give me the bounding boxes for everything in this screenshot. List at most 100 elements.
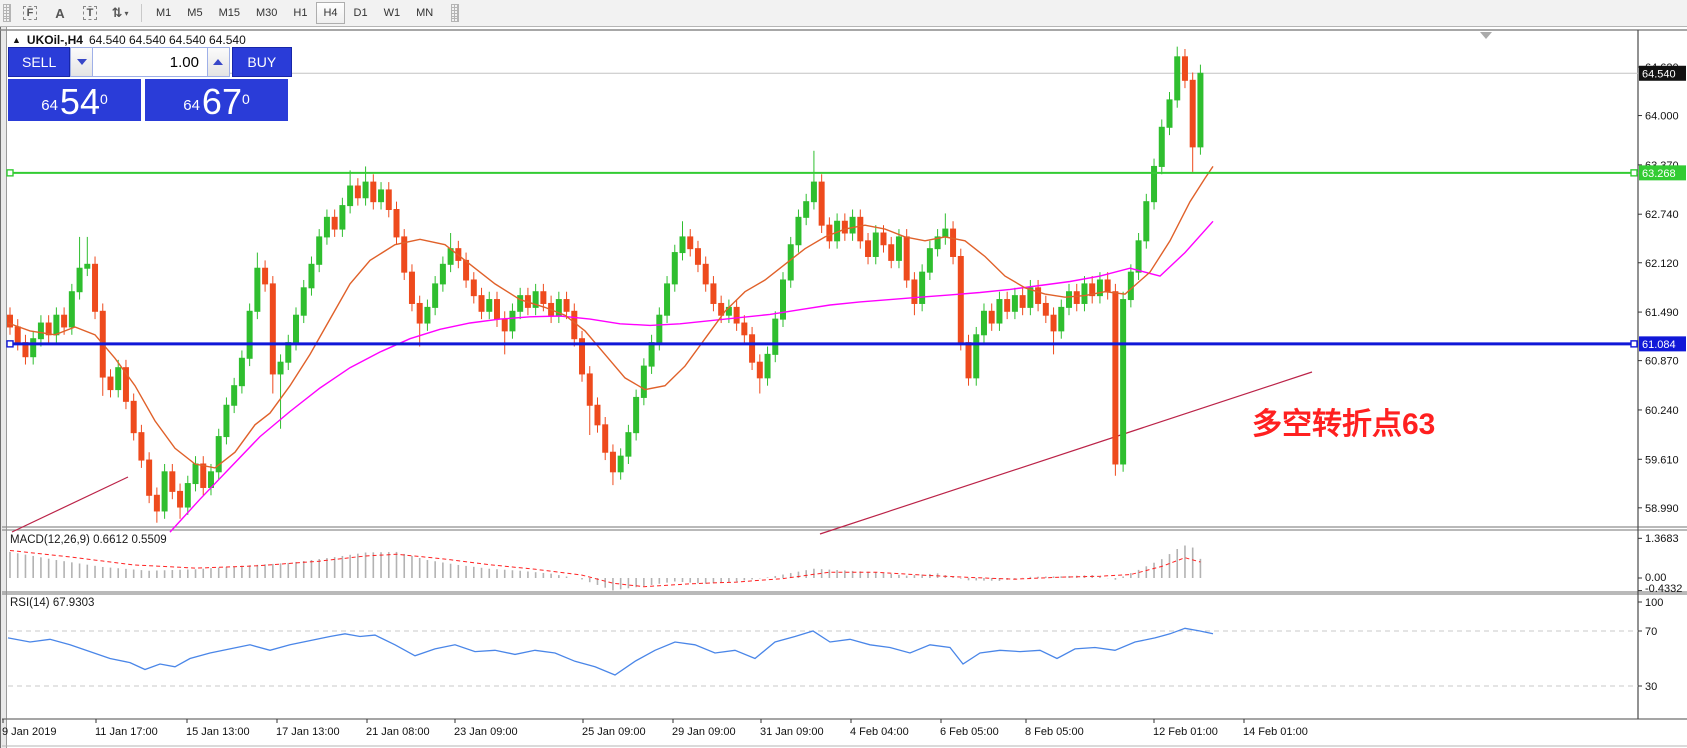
candle bbox=[625, 432, 632, 457]
time-axis-label: 25 Jan 09:00 bbox=[582, 726, 646, 738]
triangle-down-icon bbox=[76, 59, 87, 65]
sell-price-display[interactable]: 64 54 0 bbox=[8, 79, 141, 121]
candle bbox=[146, 459, 153, 496]
toolbar: F A T ⇅ ▾ M1 M5 M15 M30 H1 H4 D1 W1 MN bbox=[0, 0, 1687, 27]
candle bbox=[470, 279, 477, 297]
candle bbox=[640, 365, 647, 398]
chart-freeze-icon[interactable]: F bbox=[17, 2, 43, 24]
candle bbox=[1042, 302, 1049, 316]
candle bbox=[115, 367, 122, 391]
candle bbox=[803, 201, 810, 218]
timeframe-button-h1[interactable]: H1 bbox=[286, 2, 314, 24]
timeframe-button-mn[interactable]: MN bbox=[409, 2, 440, 24]
toolbar-separator bbox=[141, 4, 142, 22]
candle bbox=[818, 181, 825, 226]
rsi-indicator-label: RSI(14) 67.9303 bbox=[10, 597, 95, 609]
time-axis-label: 31 Jan 09:00 bbox=[760, 726, 824, 738]
candle bbox=[1019, 295, 1026, 308]
candle bbox=[362, 181, 369, 199]
chart-title: ▲ UKOil-,H4 64.540 64.540 64.540 64.540 bbox=[12, 33, 246, 47]
price-chart-canvas[interactable]: 64.62064.00063.37062.74062.12061.49060.8… bbox=[0, 26, 1687, 748]
svg-text:60.240: 60.240 bbox=[1645, 405, 1679, 417]
svg-text:62.120: 62.120 bbox=[1645, 258, 1679, 270]
candle bbox=[810, 181, 817, 203]
toolbar-grip[interactable] bbox=[3, 4, 11, 22]
symbol-name: UKOil-,H4 bbox=[26, 33, 83, 47]
toolbar-grip-2[interactable] bbox=[451, 4, 460, 22]
candle bbox=[130, 400, 137, 434]
candle bbox=[1174, 56, 1181, 101]
volume-input[interactable] bbox=[92, 47, 207, 77]
buy-button[interactable]: BUY bbox=[231, 47, 292, 77]
candle bbox=[254, 267, 261, 312]
candle bbox=[617, 455, 624, 473]
candle bbox=[1104, 279, 1111, 293]
candle bbox=[14, 326, 21, 344]
sell-price-sup: 0 bbox=[99, 91, 108, 107]
candle bbox=[323, 216, 330, 238]
price-tag: 64.540 bbox=[1642, 68, 1676, 80]
candle bbox=[385, 189, 392, 211]
font-a-icon[interactable]: A bbox=[47, 2, 73, 24]
timeframe-button-h4[interactable]: H4 bbox=[316, 2, 345, 24]
timeframe-button-m1[interactable]: M1 bbox=[149, 2, 178, 24]
candle bbox=[238, 357, 245, 387]
collapse-triangle-icon[interactable]: ▲ bbox=[12, 35, 21, 45]
candle bbox=[30, 338, 37, 358]
candle bbox=[841, 220, 848, 234]
timeframe-button-d1[interactable]: D1 bbox=[347, 2, 375, 24]
time-axis-label: 12 Feb 01:00 bbox=[1153, 726, 1218, 738]
candle bbox=[1135, 240, 1142, 273]
candle bbox=[1189, 79, 1196, 148]
time-axis-label: 29 Jan 09:00 bbox=[672, 726, 736, 738]
svg-text:62.740: 62.740 bbox=[1645, 209, 1679, 221]
buy-price-big: 67 bbox=[201, 81, 242, 122]
candle bbox=[184, 483, 191, 508]
chevron-down-icon[interactable]: ▾ bbox=[124, 9, 128, 18]
volume-decrease-button[interactable] bbox=[70, 47, 93, 77]
time-axis-label: 17 Jan 13:00 bbox=[276, 726, 340, 738]
candle bbox=[749, 334, 756, 363]
candle bbox=[687, 236, 694, 250]
svg-text:70: 70 bbox=[1645, 626, 1657, 638]
candle bbox=[1081, 283, 1088, 304]
buy-price-display[interactable]: 64 67 0 bbox=[145, 79, 288, 121]
candle bbox=[888, 244, 895, 261]
font-a-glyph: A bbox=[55, 5, 65, 21]
timeframe-button-w1[interactable]: W1 bbox=[377, 2, 408, 24]
candle bbox=[1158, 126, 1165, 167]
candle bbox=[339, 205, 346, 230]
candle bbox=[61, 314, 68, 328]
price-tag: 61.084 bbox=[1642, 339, 1676, 351]
candle bbox=[903, 236, 910, 281]
candle bbox=[1151, 165, 1158, 203]
candle bbox=[509, 310, 516, 332]
text-label-icon[interactable]: T bbox=[77, 2, 103, 24]
candle bbox=[702, 263, 709, 285]
time-axis-label: 11 Jan 17:00 bbox=[95, 726, 158, 738]
candle bbox=[694, 248, 701, 265]
candle bbox=[772, 318, 779, 355]
cursor-arrows-icon[interactable]: ⇅ ▾ bbox=[107, 2, 133, 24]
sell-button[interactable]: SELL bbox=[8, 47, 71, 77]
time-axis-label: 21 Jan 08:00 bbox=[366, 726, 430, 738]
candle bbox=[865, 240, 872, 257]
candle bbox=[177, 490, 184, 508]
time-axis-label: 4 Feb 04:00 bbox=[850, 726, 909, 738]
candle bbox=[988, 310, 995, 324]
time-axis-label: 9 Jan 2019 bbox=[2, 726, 57, 738]
timeframe-button-m30[interactable]: M30 bbox=[249, 2, 284, 24]
candle bbox=[1143, 201, 1150, 242]
candle bbox=[787, 244, 794, 281]
candle bbox=[192, 463, 199, 485]
candle bbox=[347, 185, 354, 207]
timeframe-button-m5[interactable]: M5 bbox=[180, 2, 209, 24]
volume-increase-button[interactable] bbox=[206, 47, 230, 77]
candle bbox=[872, 232, 879, 257]
time-axis-label: 8 Feb 05:00 bbox=[1025, 726, 1084, 738]
candle bbox=[84, 263, 91, 269]
candle bbox=[602, 424, 609, 453]
timeframe-button-m15[interactable]: M15 bbox=[212, 2, 247, 24]
candle bbox=[957, 255, 964, 344]
candle bbox=[679, 236, 686, 254]
